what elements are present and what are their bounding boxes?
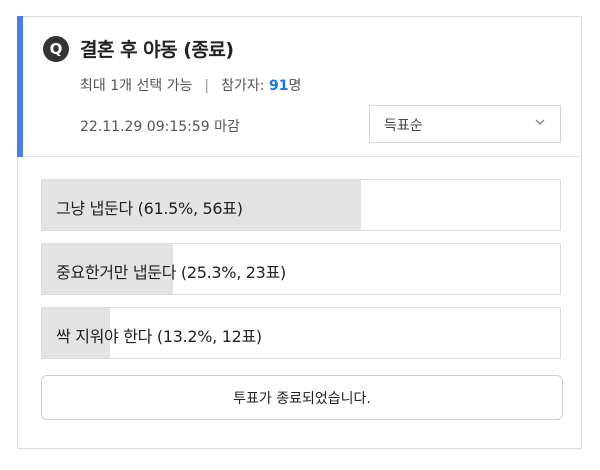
sort-selected-value: 득표순 xyxy=(384,118,423,134)
option-label: 그냥 냅둔다 (61.5%, 56표) xyxy=(56,199,243,218)
select-limit: 최대 1개 선택 가능 xyxy=(80,78,193,94)
poll-deadline: 22.11.29 09:15:59 마감 xyxy=(80,119,240,135)
question-badge-icon: Q xyxy=(43,36,69,62)
poll-card: Q 결혼 후 야동 (종료) 최대 1개 선택 가능 | 참가자: 91명 22.1… xyxy=(17,16,582,449)
poll-title: 결혼 후 야동 (종료) xyxy=(80,39,234,61)
poll-option-2[interactable]: 중요한거만 냅둔다 (25.3%, 23표) xyxy=(41,243,561,295)
participants-count: 91 xyxy=(268,78,289,94)
sort-select[interactable]: 득표순 xyxy=(369,105,561,143)
meta-separator: | xyxy=(204,78,210,94)
chevron-down-icon xyxy=(534,114,546,134)
accent-bar xyxy=(17,16,23,157)
poll-closed-button[interactable]: 투표가 종료되었습니다. xyxy=(41,375,563,420)
participants-unit: 명 xyxy=(288,78,302,94)
poll-option-3[interactable]: 싹 지워야 한다 (13.2%, 12표) xyxy=(41,307,561,359)
option-label: 중요한거만 냅둔다 (25.3%, 23표) xyxy=(56,263,286,282)
poll-option-1[interactable]: 그냥 냅둔다 (61.5%, 56표) xyxy=(41,179,561,231)
participants-label: 참가자: xyxy=(221,78,265,94)
poll-meta: 최대 1개 선택 가능 | 참가자: 91명 xyxy=(80,75,301,95)
option-label: 싹 지워야 한다 (13.2%, 12표) xyxy=(56,327,262,346)
poll-header: Q 결혼 후 야동 (종료) 최대 1개 선택 가능 | 참가자: 91명 22.1… xyxy=(17,16,581,157)
